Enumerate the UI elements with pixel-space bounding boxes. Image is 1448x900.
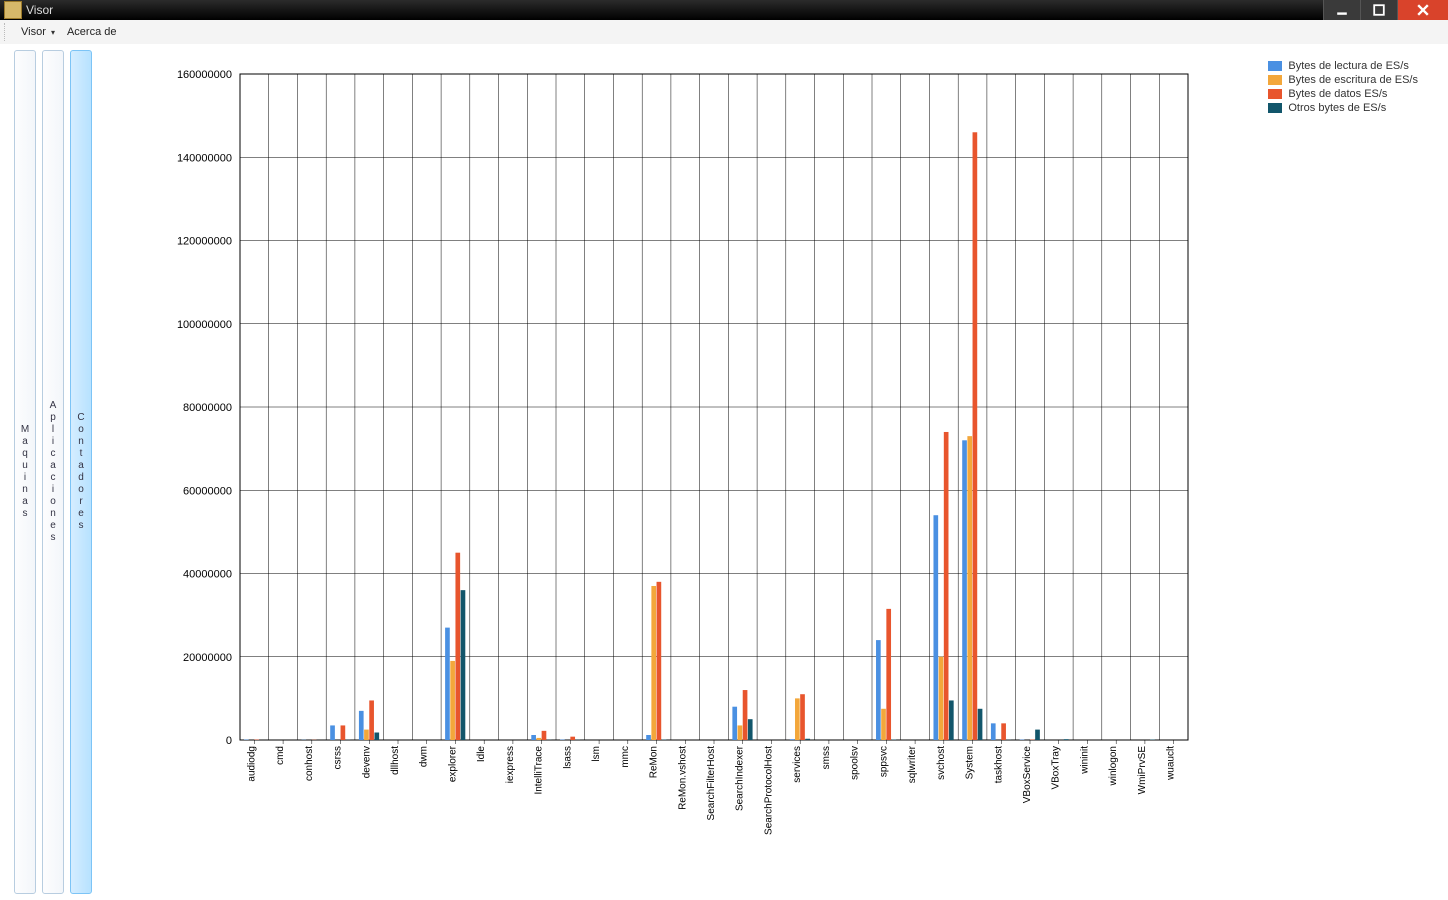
tab-contadores-label: Contadores bbox=[76, 412, 87, 532]
workspace: Maquinas Aplicaciones Contadores 0 200000… bbox=[0, 44, 1448, 900]
legend-swatch bbox=[1268, 75, 1282, 85]
legend-label: Bytes de lectura de ES/s bbox=[1288, 60, 1408, 72]
tab-aplicaciones-label: Aplicaciones bbox=[48, 400, 59, 544]
titlebar: Visor bbox=[0, 0, 1448, 20]
minimize-button[interactable] bbox=[1323, 0, 1360, 20]
menu-acerca-de[interactable]: Acerca de bbox=[61, 24, 123, 40]
menubar-grip bbox=[4, 23, 9, 41]
svg-text:taskhost: taskhost bbox=[993, 746, 1004, 783]
legend-label: Otros bytes de ES/s bbox=[1288, 102, 1386, 114]
legend-label: Bytes de datos ES/s bbox=[1288, 88, 1387, 100]
svg-text:cmd: cmd bbox=[275, 746, 286, 765]
chart: 0 20000000 40000000 60000000 80000000 1000000… bbox=[100, 54, 1438, 890]
svg-text:80000000: 80000000 bbox=[183, 402, 232, 414]
svg-text:svchost: svchost bbox=[936, 746, 947, 780]
svg-text:VBoxService: VBoxService bbox=[1022, 746, 1033, 804]
svg-text:explorer: explorer bbox=[447, 745, 458, 782]
chart-container: 0 20000000 40000000 60000000 80000000 1000000… bbox=[100, 54, 1438, 890]
svg-text:Idle: Idle bbox=[476, 746, 487, 763]
chevron-down-icon: ▾ bbox=[51, 28, 55, 37]
tab-maquinas-label: Maquinas bbox=[20, 424, 31, 520]
svg-text:sppsvc: sppsvc bbox=[878, 746, 889, 777]
legend-item-otros: Otros bytes de ES/s bbox=[1268, 102, 1418, 114]
svg-text:lsm: lsm bbox=[591, 746, 602, 762]
close-button[interactable] bbox=[1397, 0, 1448, 20]
legend-swatch bbox=[1268, 103, 1282, 113]
svg-text:System: System bbox=[965, 746, 976, 779]
svg-text:60000000: 60000000 bbox=[183, 485, 232, 497]
svg-text:SearchFilterHost: SearchFilterHost bbox=[706, 746, 717, 821]
svg-text:wininit: wininit bbox=[1079, 746, 1090, 775]
svg-text:120000000: 120000000 bbox=[177, 236, 232, 248]
menu-acerca-label: Acerca de bbox=[67, 26, 117, 38]
svg-text:ReMon: ReMon bbox=[649, 746, 660, 778]
menu-visor[interactable]: Visor ▾ bbox=[15, 24, 61, 40]
svg-text:services: services bbox=[792, 746, 803, 783]
legend-label: Bytes de escritura de ES/s bbox=[1288, 74, 1418, 86]
svg-text:140000000: 140000000 bbox=[177, 152, 232, 164]
svg-text:160000000: 160000000 bbox=[177, 69, 232, 81]
svg-text:WmiPrvSE: WmiPrvSE bbox=[1137, 746, 1148, 795]
svg-text:lsass: lsass bbox=[562, 746, 573, 769]
menubar: Visor ▾ Acerca de bbox=[0, 20, 1448, 45]
app-title: Visor bbox=[26, 3, 53, 17]
svg-text:VBoxTray: VBoxTray bbox=[1051, 746, 1062, 790]
svg-text:SearchIndexer: SearchIndexer bbox=[735, 745, 746, 811]
tab-aplicaciones[interactable]: Aplicaciones bbox=[42, 50, 64, 894]
svg-text:100000000: 100000000 bbox=[177, 319, 232, 331]
legend-swatch bbox=[1268, 89, 1282, 99]
svg-text:spoolsv: spoolsv bbox=[850, 746, 861, 780]
menu-visor-label: Visor bbox=[21, 26, 46, 38]
tab-maquinas[interactable]: Maquinas bbox=[14, 50, 36, 894]
svg-text:devenv: devenv bbox=[361, 746, 372, 778]
legend-swatch bbox=[1268, 61, 1282, 71]
svg-text:iexpress: iexpress bbox=[505, 746, 516, 783]
legend: Bytes de lectura de ES/s Bytes de escrit… bbox=[1268, 60, 1418, 116]
maximize-button[interactable] bbox=[1360, 0, 1397, 20]
legend-item-lectura: Bytes de lectura de ES/s bbox=[1268, 60, 1418, 72]
svg-text:IntelliTrace: IntelliTrace bbox=[534, 746, 545, 795]
legend-item-datos: Bytes de datos ES/s bbox=[1268, 88, 1418, 100]
svg-text:smss: smss bbox=[821, 746, 832, 769]
tab-contadores[interactable]: Contadores bbox=[70, 50, 92, 894]
svg-text:dllhost: dllhost bbox=[390, 746, 401, 775]
svg-text:SearchProtocolHost: SearchProtocolHost bbox=[763, 746, 774, 835]
app-icon bbox=[4, 1, 22, 19]
svg-text:conhost: conhost bbox=[304, 746, 315, 781]
svg-text:csrss: csrss bbox=[333, 746, 344, 769]
svg-text:audiodg: audiodg bbox=[246, 746, 257, 782]
svg-text:dwm: dwm bbox=[419, 746, 430, 767]
svg-text:wuauclt: wuauclt bbox=[1166, 746, 1177, 781]
svg-text:20000000: 20000000 bbox=[183, 652, 232, 664]
svg-text:0: 0 bbox=[226, 735, 232, 747]
window-buttons bbox=[1323, 0, 1448, 20]
svg-text:40000000: 40000000 bbox=[183, 569, 232, 581]
legend-item-escritura: Bytes de escritura de ES/s bbox=[1268, 74, 1418, 86]
svg-text:sqlwriter: sqlwriter bbox=[907, 745, 918, 783]
svg-text:winlogon: winlogon bbox=[1108, 746, 1119, 786]
svg-text:ReMon.vshost: ReMon.vshost bbox=[677, 746, 688, 810]
svg-text:mmc: mmc bbox=[620, 746, 631, 768]
